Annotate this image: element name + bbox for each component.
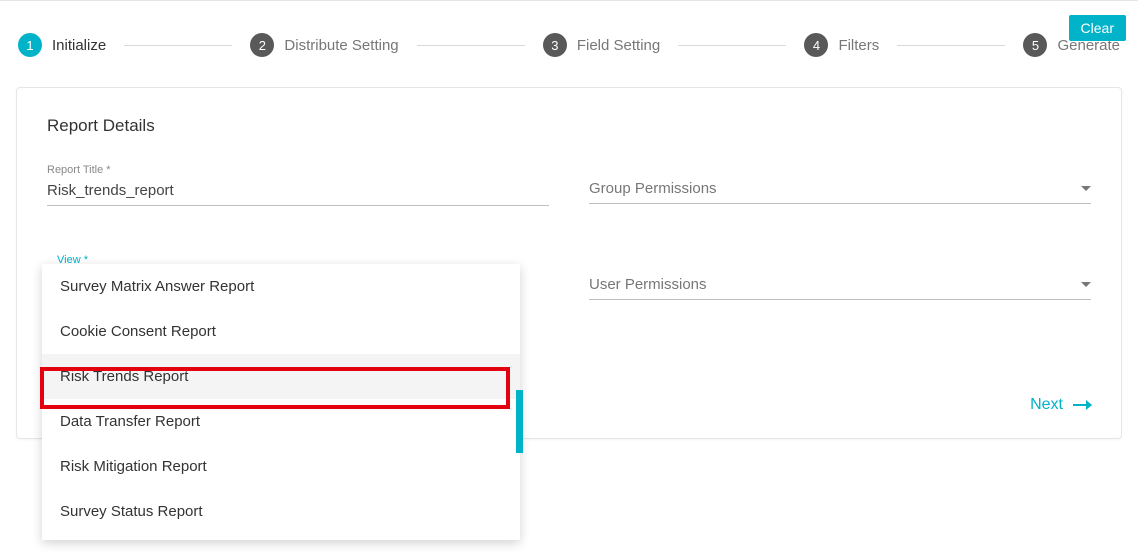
chevron-down-icon [1081, 186, 1091, 191]
next-label: Next [1030, 396, 1063, 414]
page-root: Clear 1 Initialize 2 Distribute Setting … [0, 0, 1138, 552]
view-option-risk-trends[interactable]: Risk Trends Report [42, 354, 520, 399]
step-label: Field Setting [577, 37, 660, 54]
step-number: 1 [18, 33, 42, 57]
next-button[interactable]: Next [1030, 396, 1091, 414]
step-number: 4 [804, 33, 828, 57]
view-option[interactable]: Survey Matrix Answer Report [42, 264, 520, 309]
step-connector [124, 45, 232, 46]
step-number: 5 [1023, 33, 1047, 57]
user-permissions-col: User Permissions [589, 262, 1091, 300]
step-connector [678, 45, 786, 46]
step-connector [417, 45, 525, 46]
step-label: Filters [838, 37, 879, 54]
step-number: 2 [250, 33, 274, 57]
report-title-label: Report Title * [47, 164, 111, 176]
scrollbar-thumb[interactable] [516, 390, 523, 453]
step-initialize[interactable]: 1 Initialize [18, 33, 106, 57]
step-label: Distribute Setting [284, 37, 398, 54]
group-permissions-label: Group Permissions [589, 180, 717, 197]
user-permissions-label: User Permissions [589, 276, 707, 293]
step-field-setting[interactable]: 3 Field Setting [543, 33, 660, 57]
step-number: 3 [543, 33, 567, 57]
step-distribute-setting[interactable]: 2 Distribute Setting [250, 33, 398, 57]
user-permissions-select[interactable]: User Permissions [589, 262, 1091, 300]
clear-button[interactable]: Clear [1069, 15, 1126, 41]
report-title-col: Report Title * [47, 166, 549, 206]
report-title-field: Report Title * [47, 166, 549, 206]
view-option[interactable]: Risk Mitigation Report [42, 444, 520, 489]
card-title: Report Details [47, 116, 1091, 136]
report-title-input[interactable] [47, 178, 549, 206]
step-filters[interactable]: 4 Filters [804, 33, 879, 57]
step-connector [897, 45, 1005, 46]
step-label: Initialize [52, 37, 106, 54]
group-permissions-select[interactable]: Group Permissions [589, 166, 1091, 204]
group-permissions-col: Group Permissions [589, 166, 1091, 206]
view-option[interactable]: Cookie Consent Report [42, 309, 520, 354]
chevron-down-icon [1081, 282, 1091, 287]
view-option[interactable]: Survey Status Report [42, 489, 520, 534]
view-option[interactable]: Data Transfer Report [42, 399, 520, 444]
stepper: 1 Initialize 2 Distribute Setting 3 Fiel… [0, 9, 1138, 87]
form-row-1: Report Title * Group Permissions [47, 166, 1091, 206]
view-dropdown-popup: Survey Matrix Answer Report Cookie Conse… [42, 264, 520, 540]
arrow-right-icon [1073, 404, 1091, 406]
